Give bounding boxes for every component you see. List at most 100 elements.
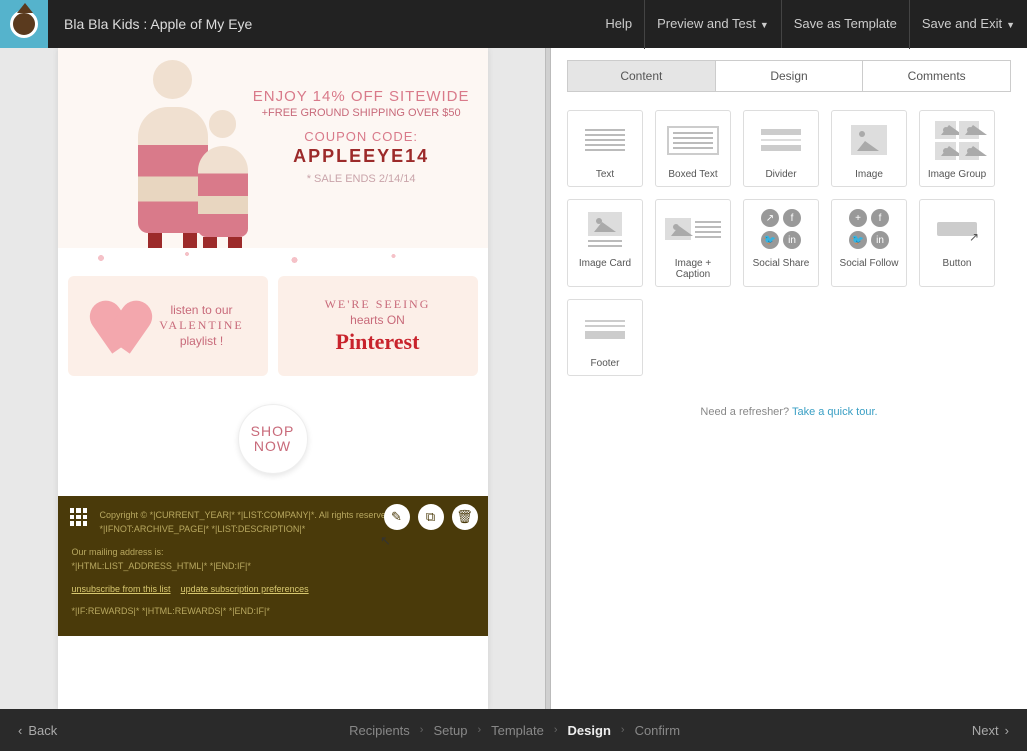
quick-tour-link[interactable]: Take a quick tour. — [792, 406, 878, 418]
block-imagegroup-label: Image Group — [928, 169, 986, 180]
block-socialfollow-label: Social Follow — [840, 258, 899, 269]
step-design[interactable]: Design — [568, 723, 611, 738]
promo-ends: * SALE ENDS 2/14/14 — [253, 173, 470, 185]
pinterest-card[interactable]: WE'RE SEEING hearts ON Pinterest — [278, 276, 478, 376]
promo-line1: ENJOY 14% OFF SITEWIDE — [253, 88, 470, 105]
wizard-steps: Recipients› Setup› Template› Design› Con… — [349, 723, 680, 738]
campaign-title: Bla Bla Kids : Apple of My Eye — [64, 16, 252, 32]
block-button-label: Button — [943, 258, 972, 269]
valentine-l3: playlist ! — [159, 334, 243, 350]
promo-text: ENJOY 14% OFF SITEWIDE +FREE GROUND SHIP… — [253, 88, 470, 185]
chevron-right-icon: › — [554, 724, 558, 736]
heart-icon — [91, 299, 151, 354]
pinterest-text: WE'RE SEEING hearts ON — [325, 297, 431, 328]
preview-menu[interactable]: Preview and Test ▼ — [644, 0, 781, 49]
valentine-text: listen to our VALENTINE playlist ! — [159, 303, 243, 350]
valentine-l2: VALENTINE — [159, 318, 243, 334]
valentine-card[interactable]: listen to our VALENTINE playlist ! — [68, 276, 268, 376]
block-socialshare-label: Social Share — [753, 258, 810, 269]
block-image-group[interactable]: Image Group — [919, 110, 995, 187]
chevron-right-icon: › — [1005, 723, 1009, 738]
hero-block[interactable]: ENJOY 14% OFF SITEWIDE +FREE GROUND SHIP… — [58, 48, 488, 248]
next-label: Next — [972, 723, 999, 738]
block-image-card[interactable]: Image Card — [567, 199, 643, 287]
doll-image-small — [198, 118, 248, 248]
tab-design[interactable]: Design — [715, 61, 863, 91]
next-button[interactable]: Next › — [972, 723, 1009, 738]
block-imagecard-label: Image Card — [579, 258, 631, 269]
help-link[interactable]: Help — [593, 0, 644, 48]
email-preview[interactable]: ENJOY 14% OFF SITEWIDE +FREE GROUND SHIP… — [58, 48, 488, 709]
block-imagecaption-label: Image + Caption — [660, 258, 726, 280]
pinterest-l1: WE'RE SEEING — [325, 297, 431, 313]
footer-links: unsubscribe from this list update subscr… — [72, 582, 474, 596]
block-text-label: Text — [596, 169, 614, 180]
block-image-label: Image — [855, 169, 883, 180]
panel-tabs: Content Design Comments — [567, 60, 1011, 92]
footer-line4: *|HTML:LIST_ADDRESS_HTML|* *|END:IF|* — [72, 559, 474, 573]
block-divider[interactable]: Divider — [743, 110, 819, 187]
step-template[interactable]: Template — [491, 723, 544, 738]
block-footer[interactable]: Footer — [567, 299, 643, 376]
footer-line6: *|IF:REWARDS|* *|HTML:REWARDS|* *|END:IF… — [72, 604, 474, 618]
confetti-divider — [58, 248, 488, 268]
email-footer-block[interactable]: ✎ ⧉ 🗑 Copyright © *|CURRENT_YEAR|* *|LIS… — [58, 496, 488, 636]
valentine-l1: listen to our — [159, 303, 243, 319]
block-boxed-label: Boxed Text — [668, 169, 717, 180]
card-row[interactable]: listen to our VALENTINE playlist ! WE'RE… — [58, 268, 488, 390]
block-button[interactable]: Button — [919, 199, 995, 287]
promo-line2: +FREE GROUND SHIPPING OVER $50 — [253, 107, 470, 119]
shop-now-button[interactable]: SHOP NOW — [238, 404, 308, 474]
tab-comments[interactable]: Comments — [862, 61, 1010, 91]
refresher-text: Need a refresher? — [700, 406, 792, 418]
edit-icon[interactable]: ✎ — [384, 504, 410, 530]
save-exit-label: Save and Exit — [922, 16, 1002, 31]
save-exit-menu[interactable]: Save and Exit ▼ — [909, 0, 1027, 49]
logo-mailchimp[interactable] — [0, 0, 48, 48]
bottom-bar: ‹ Back Recipients › Setup › Template › Desig… — [0, 709, 1027, 751]
chevron-left-icon: ‹ — [18, 723, 22, 738]
promo-line3: COUPON CODE: — [253, 129, 470, 144]
back-button[interactable]: ‹ Back — [18, 723, 57, 738]
caret-down-icon: ▼ — [760, 20, 769, 30]
block-text[interactable]: Text — [567, 110, 643, 187]
block-boxed-text[interactable]: Boxed Text — [655, 110, 731, 187]
save-template-button[interactable]: Save as Template — [781, 0, 909, 48]
pinterest-l2: hearts ON — [325, 313, 431, 329]
chevron-right-icon: › — [621, 724, 625, 736]
block-image-caption[interactable]: Image + Caption — [655, 199, 731, 287]
shop-l1: SHOP — [251, 424, 295, 439]
step-setup[interactable]: Setup — [433, 723, 467, 738]
top-actions: Help Preview and Test▼ Save as Template … — [593, 0, 1027, 49]
step-recipients[interactable]: Recipients — [349, 723, 410, 738]
tab-content[interactable]: Content — [568, 61, 715, 91]
block-divider-label: Divider — [765, 169, 796, 180]
monkey-icon — [10, 10, 38, 38]
drag-handle-icon[interactable] — [70, 508, 88, 526]
right-panel: Content Design Comments Text Boxed Text … — [551, 48, 1027, 709]
preview-label: Preview and Test — [657, 16, 756, 31]
refresher-hint: Need a refresher? Take a quick tour. — [567, 406, 1011, 418]
footer-line3: Our mailing address is: — [72, 545, 474, 559]
chevron-right-icon: › — [420, 724, 424, 736]
promo-code: APPLEEYE14 — [253, 146, 470, 167]
shop-block[interactable]: SHOP NOW — [58, 390, 488, 496]
step-confirm[interactable]: Confirm — [635, 723, 681, 738]
duplicate-icon[interactable]: ⧉ — [418, 504, 444, 530]
delete-icon[interactable]: 🗑 — [452, 504, 478, 530]
pinterest-logo: Pinterest — [336, 329, 420, 355]
block-social-follow[interactable]: +f🐦inSocial Follow — [831, 199, 907, 287]
block-toolbar: ✎ ⧉ 🗑 — [384, 504, 478, 530]
shop-l2: NOW — [254, 439, 291, 454]
block-image[interactable]: Image — [831, 110, 907, 187]
main-split: ENJOY 14% OFF SITEWIDE +FREE GROUND SHIP… — [0, 48, 1027, 709]
caret-down-icon: ▼ — [1006, 20, 1015, 30]
preview-canvas: ENJOY 14% OFF SITEWIDE +FREE GROUND SHIP… — [0, 48, 545, 709]
top-bar: Bla Bla Kids : Apple of My Eye Help Prev… — [0, 0, 1027, 48]
block-social-share[interactable]: ↗f🐦inSocial Share — [743, 199, 819, 287]
back-label: Back — [28, 723, 57, 738]
update-prefs-link[interactable]: update subscription preferences — [181, 584, 309, 594]
unsubscribe-link[interactable]: unsubscribe from this list — [72, 584, 171, 594]
block-footer-label: Footer — [591, 358, 620, 369]
block-palette: Text Boxed Text Divider Image Image Grou… — [567, 110, 1011, 376]
